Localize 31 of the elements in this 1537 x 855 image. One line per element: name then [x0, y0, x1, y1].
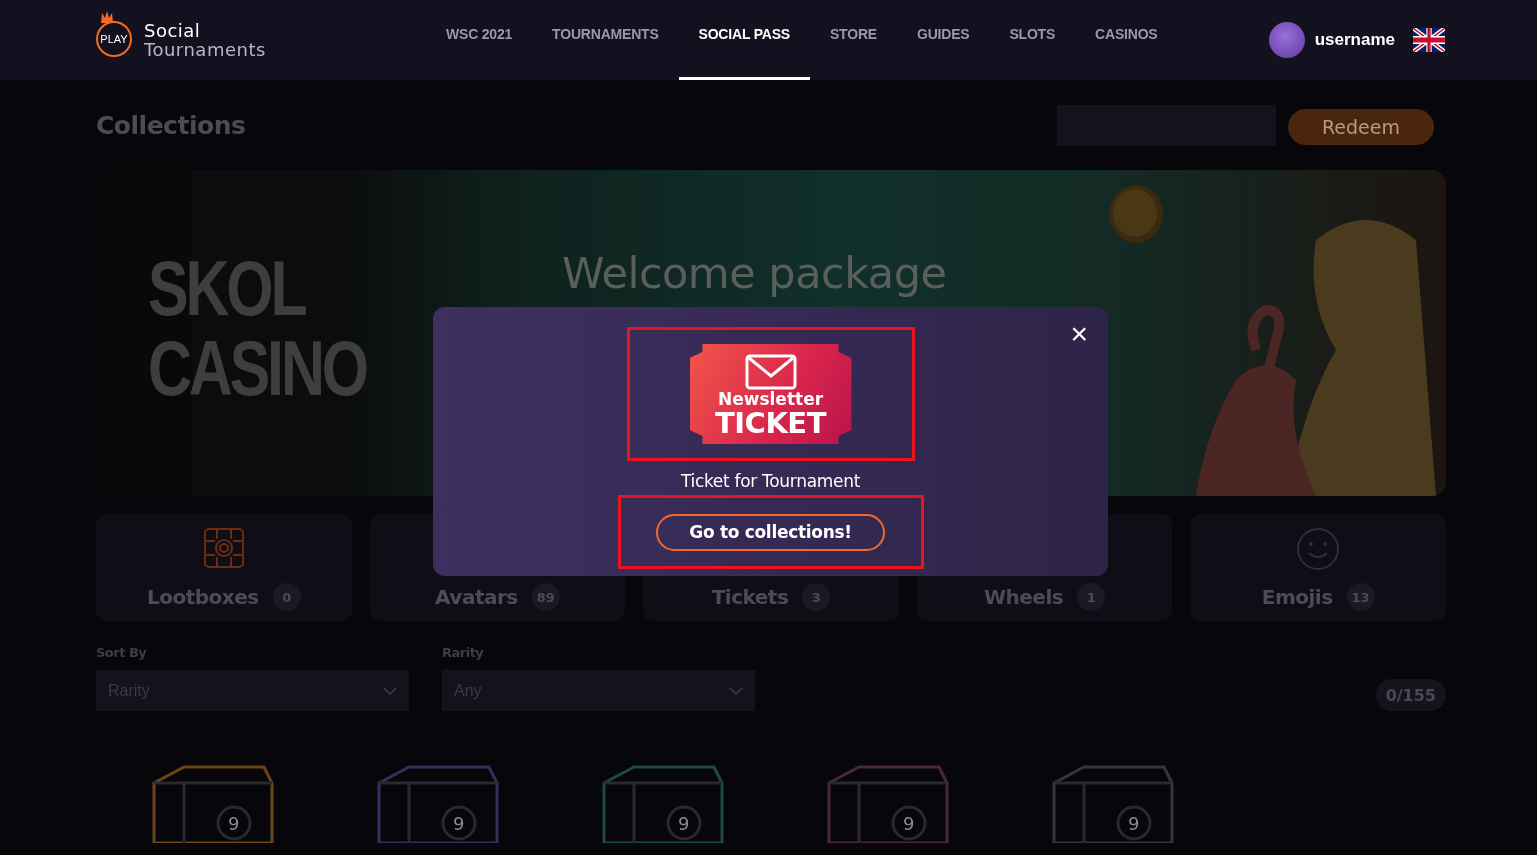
ball-number: 9 [453, 813, 465, 834]
nav-tab[interactable]: WSC 2021 [426, 0, 533, 80]
uk-flag-icon[interactable] [1413, 28, 1445, 52]
nav-tab[interactable]: STORE [809, 0, 897, 80]
newsletter-ticket-image: Newsletter TICKET [689, 344, 852, 444]
logo-text: Tournaments [144, 40, 266, 59]
filter-label: Sort By [96, 645, 148, 660]
envelope-icon [744, 354, 797, 390]
chevron-down-icon [383, 686, 397, 695]
nav-tab[interactable]: CASINOS [1075, 0, 1178, 80]
ball-number: 9 [228, 813, 240, 834]
nav-tab[interactable]: SLOTS [989, 0, 1076, 80]
ball-number: 9 [903, 813, 915, 834]
go-to-collections-button[interactable]: Go to collections! [656, 513, 885, 551]
chevron-down-icon [729, 686, 743, 695]
reward-name: Ticket for Tournament [680, 471, 861, 491]
nav-tab[interactable]: SOCIAL PASS [678, 0, 810, 80]
redeem-button[interactable]: Redeem [1288, 109, 1434, 145]
ball-number: 9 [678, 813, 690, 834]
page-title: Collections [96, 110, 246, 140]
filter-label: Rarity [442, 645, 485, 660]
close-button[interactable]: × [1066, 319, 1092, 349]
username[interactable]: username [1314, 30, 1395, 50]
ball-number: 9 [1128, 813, 1140, 834]
user-avatar[interactable] [1268, 22, 1305, 58]
nav-tab[interactable]: TOURNAMENTS [532, 0, 679, 80]
nav-tab[interactable]: GUIDES [896, 0, 990, 80]
logo-text: Social [144, 21, 202, 40]
smiley-icon [1296, 527, 1341, 571]
coin-icon [1106, 184, 1166, 244]
banner-title: Welcome package [562, 248, 947, 298]
